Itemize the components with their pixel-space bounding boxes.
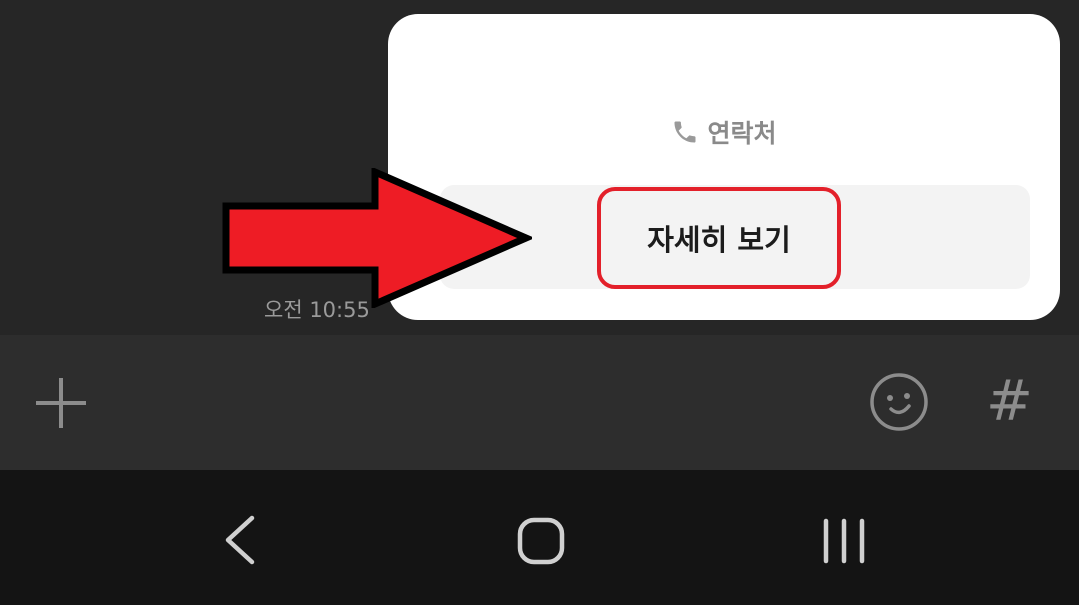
contact-label: 연락처 xyxy=(707,119,777,148)
plus-icon[interactable] xyxy=(34,376,88,430)
hashtag-button[interactable]: # xyxy=(986,370,1033,434)
view-details-button[interactable]: 자세히 보기 xyxy=(597,187,841,289)
contact-option[interactable]: 연락처 xyxy=(388,114,1060,150)
smiley-icon[interactable] xyxy=(869,372,929,432)
phone-icon xyxy=(674,121,696,143)
home-icon[interactable] xyxy=(517,517,565,565)
back-icon[interactable] xyxy=(222,515,258,565)
recent-apps-icon[interactable] xyxy=(820,518,868,564)
right-arrow-icon xyxy=(222,168,532,308)
